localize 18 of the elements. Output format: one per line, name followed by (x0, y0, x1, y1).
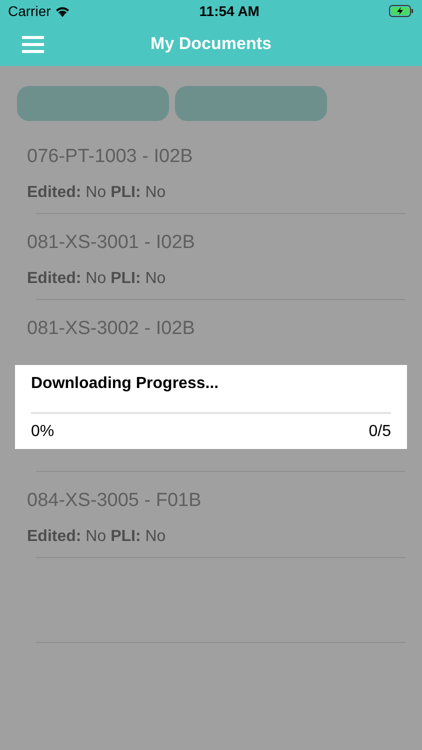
status-time: 11:54 AM (199, 2, 260, 20)
document-title[interactable]: 081-XS-3002 - I02B (27, 317, 195, 341)
document-status: Edited: No PLI: No (27, 184, 166, 201)
wifi-icon (54, 6, 70, 16)
dialog-title: Downloading Progress... (31, 374, 219, 394)
progress-percent: 0% (31, 422, 54, 442)
document-status: Edited: No PLI: No (27, 270, 166, 287)
battery-charging-icon (389, 5, 414, 17)
progress-count: 0/5 (368, 422, 391, 442)
menu-icon[interactable] (22, 36, 44, 52)
action-button[interactable] (175, 86, 327, 121)
document-title[interactable]: 081-XS-3001 - I02B (27, 231, 195, 255)
document-title[interactable]: 084-XS-3005 - F01B (27, 489, 202, 513)
header-title: My Documents (150, 33, 272, 56)
action-button[interactable] (17, 86, 169, 121)
document-status: Edited: No PLI: No (27, 528, 166, 545)
document-title[interactable]: 076-PT-1003 - I02B (27, 145, 193, 169)
carrier-label: Carrier (8, 2, 51, 20)
